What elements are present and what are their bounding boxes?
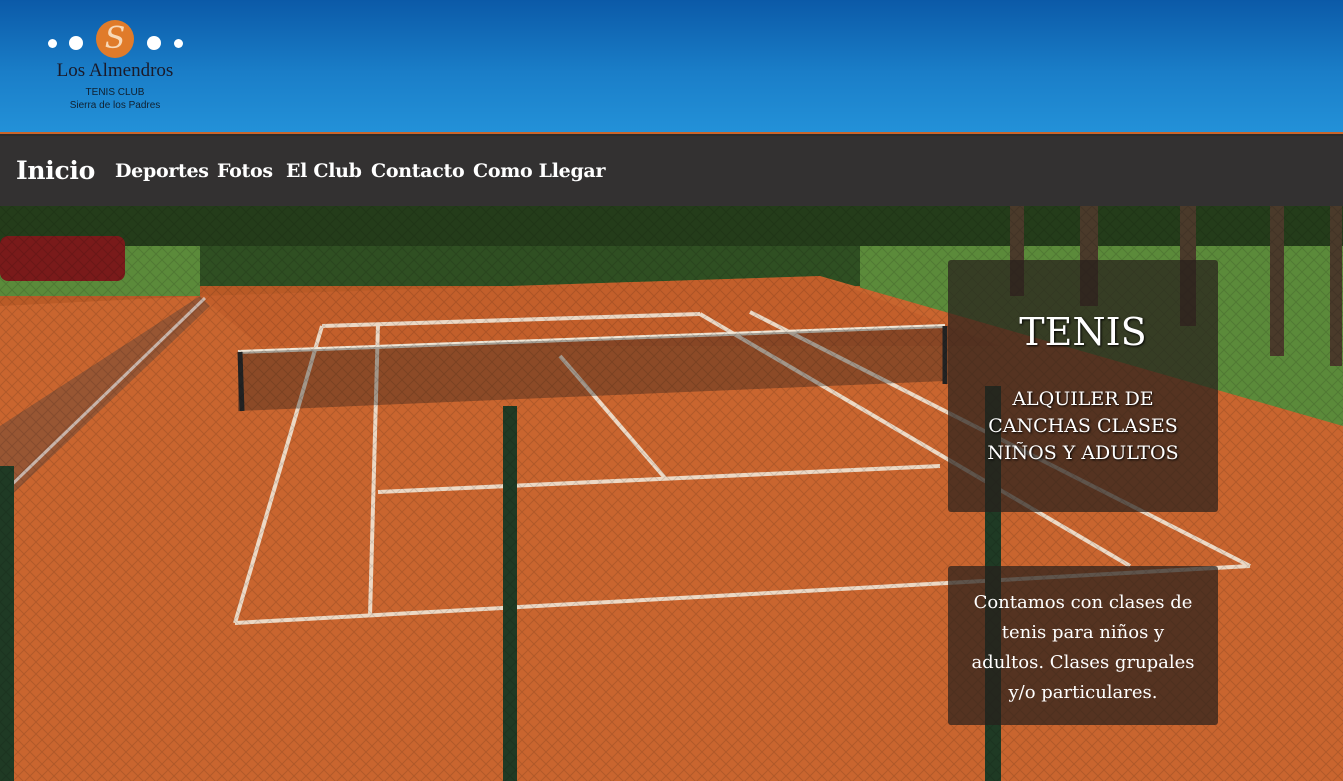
- nav-el-club[interactable]: El Club: [286, 136, 362, 206]
- site-header: S Los Almendros TENIS CLUB Sierra de los…: [0, 0, 1343, 134]
- sport-title: TENIS: [1019, 310, 1147, 354]
- sport-summary-card: TENIS ALQUILER DE CANCHAS CLASES NIÑOS Y…: [948, 260, 1218, 512]
- club-logo[interactable]: S Los Almendros TENIS CLUB Sierra de los…: [40, 18, 190, 118]
- nav-fotos[interactable]: Fotos: [217, 136, 273, 206]
- nav-deportes[interactable]: Deportes: [115, 136, 209, 206]
- nav-como-llegar[interactable]: Como Llegar: [473, 136, 605, 206]
- club-name: Los Almendros: [56, 60, 174, 81]
- sport-subtitle: ALQUILER DE CANCHAS CLASES NIÑOS Y ADULT…: [987, 388, 1179, 464]
- hero-tennis-court-image: TENIS ALQUILER DE CANCHAS CLASES NIÑOS Y…: [0, 206, 1343, 781]
- logo-emblem-icon: S: [96, 20, 134, 58]
- nav-contacto[interactable]: Contacto: [371, 136, 465, 206]
- club-location: Sierra de los Padres: [69, 100, 161, 111]
- sport-description: Contamos con clases de tenis para niños …: [971, 592, 1195, 703]
- club-subtitle: TENIS CLUB: [85, 87, 145, 98]
- sport-description-card: Contamos con clases de tenis para niños …: [948, 566, 1218, 725]
- main-nav: Inicio Deportes Fotos El Club Contacto C…: [0, 136, 1343, 206]
- nav-inicio[interactable]: Inicio: [16, 136, 95, 206]
